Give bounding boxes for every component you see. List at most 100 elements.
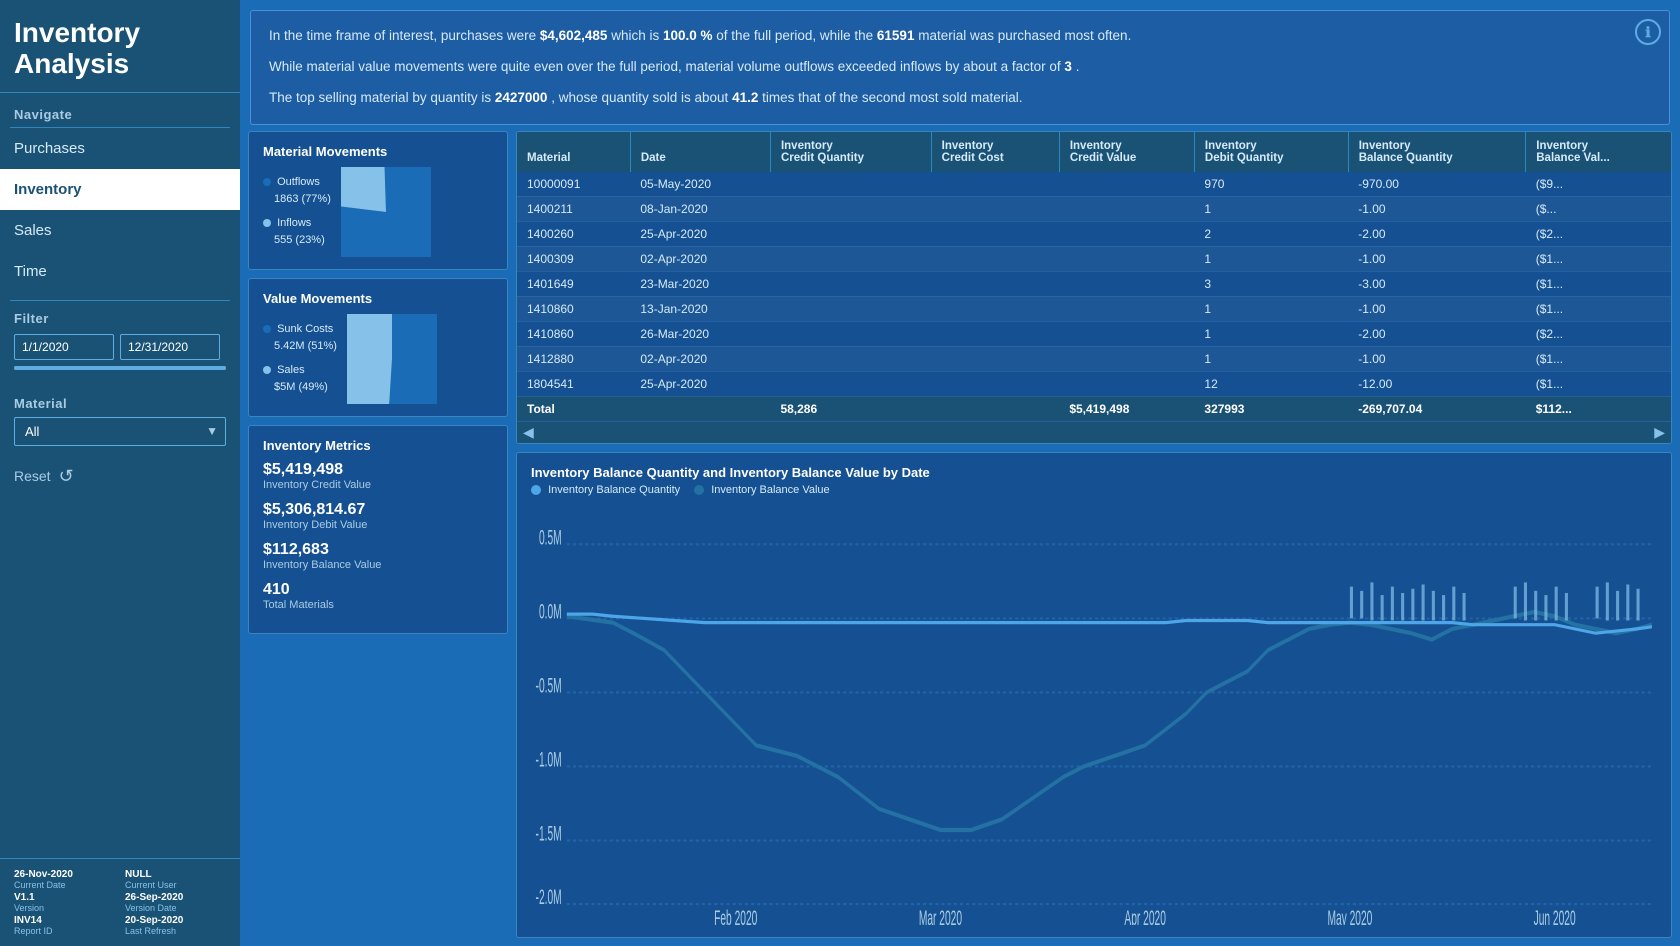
material-filter: Material All ▼ bbox=[0, 386, 240, 452]
svg-text:Apr 2020: Apr 2020 bbox=[1124, 906, 1166, 925]
bar-overlay bbox=[1350, 582, 1640, 620]
table-scroll[interactable]: Material Date InventoryCredit Quantity I… bbox=[517, 132, 1671, 422]
banner-line1: In the time frame of interest, purchases… bbox=[269, 25, 1651, 48]
sidebar-item-time[interactable]: Time bbox=[0, 251, 240, 292]
line-chart-svg: 0.5M 0.0M -0.5M -1.0M -1.5M -2.0M bbox=[531, 502, 1657, 925]
date-slider[interactable] bbox=[14, 366, 226, 370]
material-movements-title: Material Movements bbox=[263, 144, 493, 159]
svg-text:May 2020: May 2020 bbox=[1327, 906, 1372, 925]
value-movements-chart: Sunk Costs 5.42M (51%) Sales $5M (49%) bbox=[263, 314, 493, 404]
reset-row: Reset ↺ bbox=[0, 452, 240, 497]
pie-labels-material: Outflows 1863 (77%) Inflows 555 (23%) bbox=[263, 174, 331, 250]
material-movements-pie bbox=[341, 167, 431, 257]
balance-value-val: $112,683 bbox=[263, 541, 493, 559]
scroll-right-button[interactable]: ▶ bbox=[1654, 424, 1665, 441]
footer-current-date: 26-Nov-2020 Current Date bbox=[14, 869, 115, 890]
footer-report-id: INV14 Report ID bbox=[14, 915, 115, 936]
table-total-row: Total58,286$5,419,498327993-269,707.04$1… bbox=[517, 396, 1671, 421]
value-movements-pie bbox=[347, 314, 437, 404]
total-materials-label: Total Materials bbox=[263, 599, 493, 611]
inflows-label: Inflows 555 (23%) bbox=[263, 215, 331, 250]
date-start-input[interactable] bbox=[14, 334, 114, 360]
chart-legend: Inventory Balance Quantity Inventory Bal… bbox=[531, 484, 1657, 496]
footer-version-date: 26-Sep-2020 Version Date bbox=[125, 892, 226, 913]
total-materials-metric: 410 Total Materials bbox=[263, 581, 493, 611]
date-range bbox=[14, 334, 226, 360]
pie-labels-value: Sunk Costs 5.42M (51%) Sales $5M (49%) bbox=[263, 321, 337, 397]
credit-value-label: Inventory Credit Value bbox=[263, 479, 493, 491]
debit-value-label: Inventory Debit Value bbox=[263, 519, 493, 531]
balance-qty-line bbox=[567, 614, 1652, 633]
material-movements-chart: Outflows 1863 (77%) Inflows 555 (23%) bbox=[263, 167, 493, 257]
banner-line2: While material value movements were quit… bbox=[269, 56, 1651, 79]
val-dot bbox=[694, 485, 704, 495]
sidebar-footer: 26-Nov-2020 Current Date NULL Current Us… bbox=[0, 858, 240, 946]
scroll-indicator: ◀ ▶ bbox=[517, 422, 1671, 443]
col-debit-qty: InventoryDebit Quantity bbox=[1194, 132, 1348, 172]
right-panels: Material Date InventoryCredit Quantity I… bbox=[516, 131, 1672, 938]
svg-text:Feb 2020: Feb 2020 bbox=[714, 906, 757, 925]
svg-text:Jun 2020: Jun 2020 bbox=[1534, 906, 1576, 925]
svg-text:0.0M: 0.0M bbox=[539, 599, 562, 623]
material-select[interactable]: All bbox=[14, 417, 226, 446]
col-balance-val: InventoryBalance Val... bbox=[1526, 132, 1671, 172]
outflows-dot bbox=[263, 178, 271, 186]
col-date: Date bbox=[630, 132, 770, 172]
qty-dot bbox=[531, 485, 541, 495]
sales-dot bbox=[263, 366, 271, 374]
svg-text:Mar 2020: Mar 2020 bbox=[919, 906, 962, 925]
inventory-metrics-title: Inventory Metrics bbox=[263, 438, 493, 453]
main-content: ℹ In the time frame of interest, purchas… bbox=[240, 0, 1680, 946]
reset-label: Reset bbox=[14, 468, 51, 484]
app-title: Inventory Analysis bbox=[0, 0, 240, 93]
inventory-table-panel: Material Date InventoryCredit Quantity I… bbox=[516, 131, 1672, 444]
balance-value-line bbox=[567, 612, 1652, 830]
sales-label: Sales $5M (49%) bbox=[263, 362, 337, 397]
svg-text:-2.0M: -2.0M bbox=[536, 885, 562, 909]
svg-text:-1.5M: -1.5M bbox=[536, 821, 562, 845]
footer-last-refresh: 20-Sep-2020 Last Refresh bbox=[125, 915, 226, 936]
col-balance-qty: InventoryBalance Quantity bbox=[1348, 132, 1526, 172]
filter-section: Filter bbox=[0, 301, 240, 386]
purchases-value: $4,602,485 bbox=[540, 28, 608, 43]
table-row: 140021108-Jan-20201-1.00($... bbox=[517, 196, 1671, 221]
debit-value-val: $5,306,814.67 bbox=[263, 501, 493, 519]
credit-value-metric: $5,419,498 Inventory Credit Value bbox=[263, 461, 493, 491]
filter-label: Filter bbox=[14, 311, 226, 326]
table-row: 141288002-Apr-20201-1.00($1... bbox=[517, 346, 1671, 371]
scroll-left-button[interactable]: ◀ bbox=[523, 424, 534, 441]
legend-qty: Inventory Balance Quantity bbox=[531, 484, 680, 496]
top-material: 2427000 bbox=[495, 90, 548, 105]
balance-value-label: Inventory Balance Value bbox=[263, 559, 493, 571]
value-movements-panel: Value Movements Sunk Costs 5.42M (51%) S… bbox=[248, 278, 508, 417]
content-area: Material Movements Outflows 1863 (77%) I… bbox=[240, 131, 1680, 946]
chart-panel: Inventory Balance Quantity and Inventory… bbox=[516, 452, 1672, 938]
value-movements-title: Value Movements bbox=[263, 291, 493, 306]
outflows-label: Outflows 1863 (77%) bbox=[263, 174, 331, 209]
col-credit-value: InventoryCredit Value bbox=[1059, 132, 1194, 172]
legend-val: Inventory Balance Value bbox=[694, 484, 830, 496]
left-panels: Material Movements Outflows 1863 (77%) I… bbox=[248, 131, 508, 938]
chart-title: Inventory Balance Quantity and Inventory… bbox=[531, 465, 1657, 480]
date-end-input[interactable] bbox=[120, 334, 220, 360]
table-row: 180454125-Apr-202012-12.00($1... bbox=[517, 371, 1671, 396]
material-movements-panel: Material Movements Outflows 1863 (77%) I… bbox=[248, 131, 508, 270]
debit-value-metric: $5,306,814.67 Inventory Debit Value bbox=[263, 501, 493, 531]
material-number: 61591 bbox=[877, 28, 915, 43]
table-header-row: Material Date InventoryCredit Quantity I… bbox=[517, 132, 1671, 172]
sidebar-item-purchases[interactable]: Purchases bbox=[0, 128, 240, 169]
table-row: 140164923-Mar-20203-3.00($1... bbox=[517, 271, 1671, 296]
reset-button[interactable]: Reset ↺ bbox=[14, 466, 74, 487]
inventory-table: Material Date InventoryCredit Quantity I… bbox=[517, 132, 1671, 422]
times-value: 41.2 bbox=[732, 90, 758, 105]
table-row: 141086013-Jan-20201-1.00($1... bbox=[517, 296, 1671, 321]
material-label: Material bbox=[14, 396, 226, 411]
footer-current-user: NULL Current User bbox=[125, 869, 226, 890]
table-row: 141086026-Mar-20201-2.00($2... bbox=[517, 321, 1671, 346]
table-row: 140026025-Apr-20202-2.00($2... bbox=[517, 221, 1671, 246]
sidebar-item-inventory[interactable]: Inventory bbox=[0, 169, 240, 210]
footer-version: V1.1 Version bbox=[14, 892, 115, 913]
material-select-wrapper: All ▼ bbox=[14, 417, 226, 446]
info-button[interactable]: ℹ bbox=[1635, 19, 1661, 45]
sidebar-item-sales[interactable]: Sales bbox=[0, 210, 240, 251]
